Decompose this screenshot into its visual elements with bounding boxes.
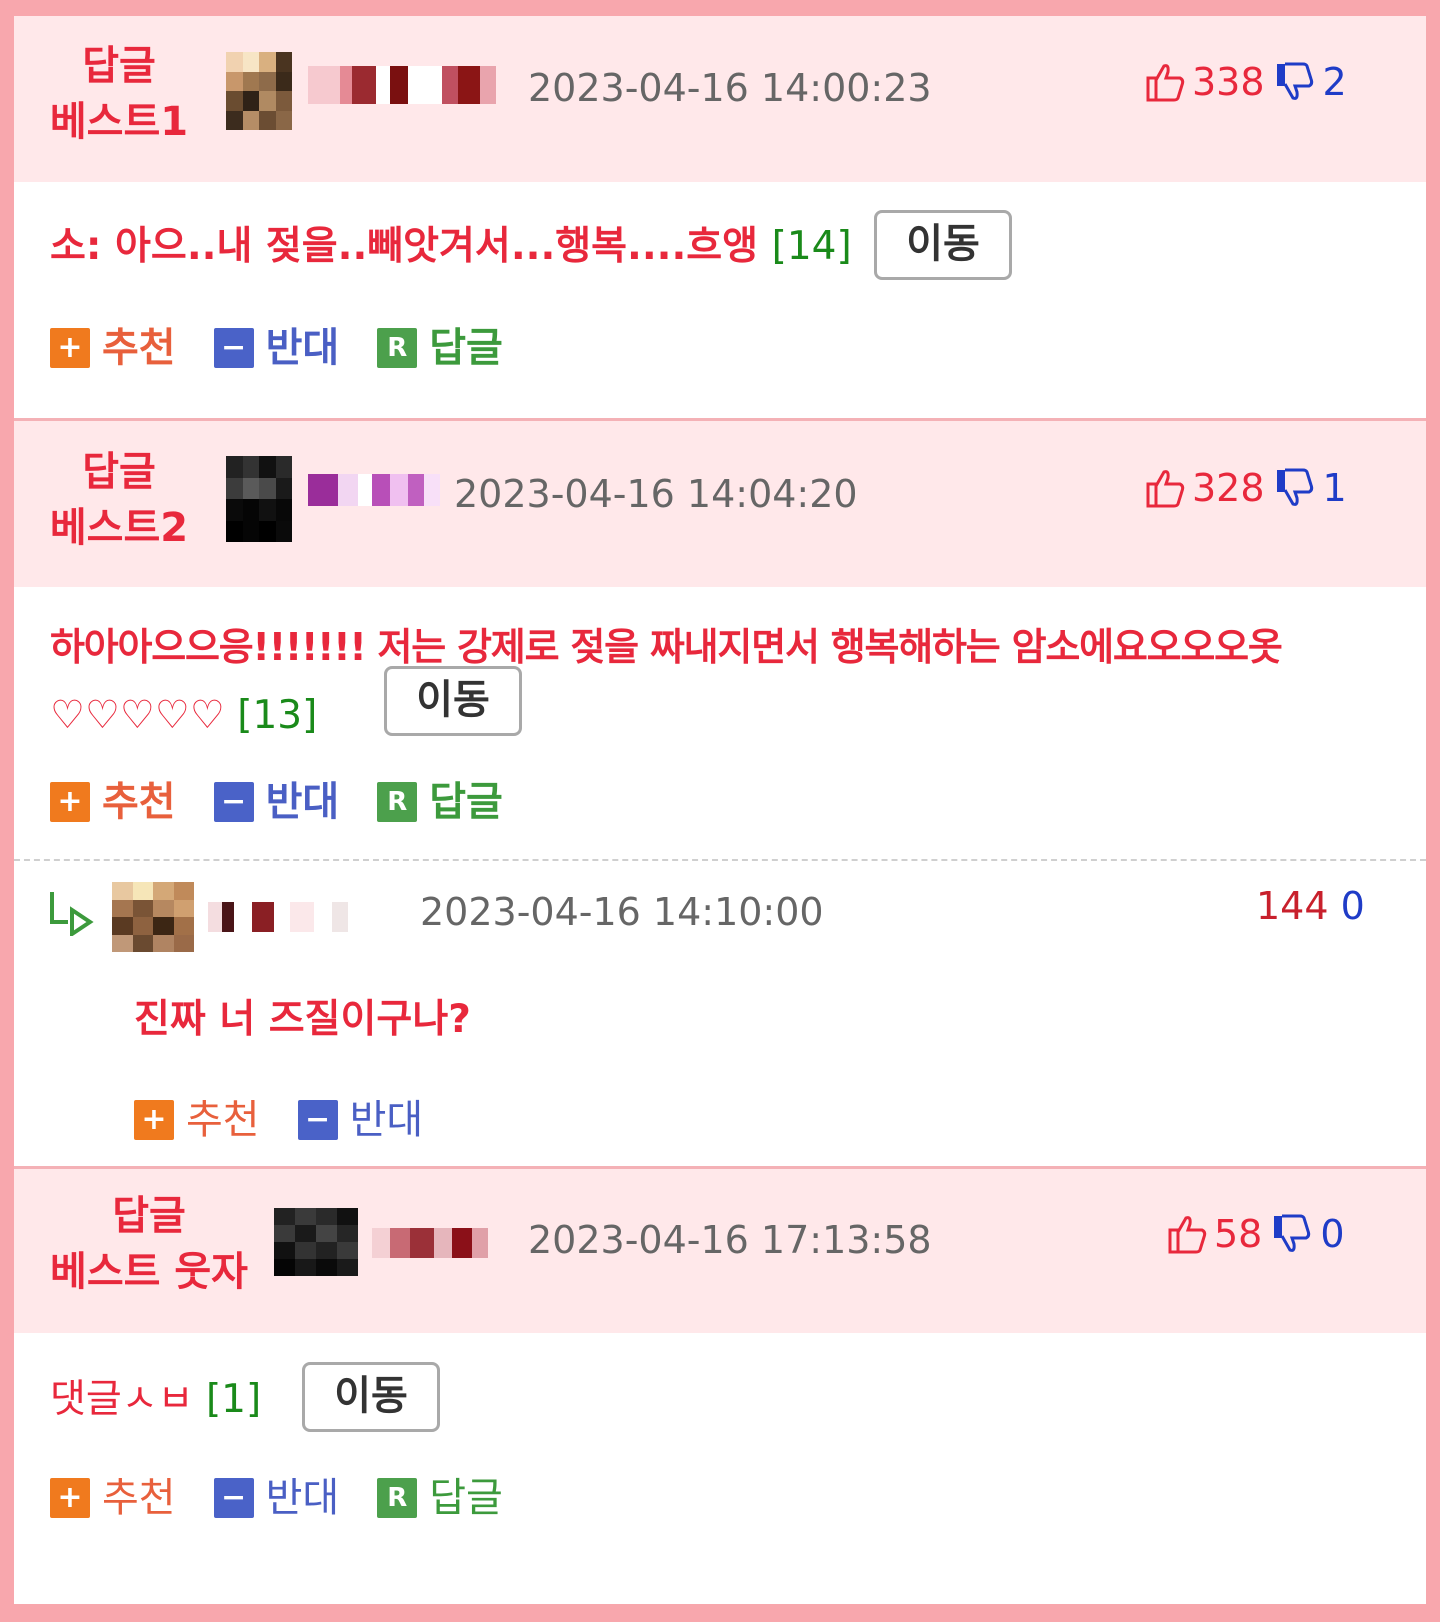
avatar[interactable] (112, 882, 194, 952)
thumbs-down-icon[interactable] (1275, 466, 1319, 510)
comment-body: 하아아으으응!!!!!!! 저는 강제로 젖을 짜내지면서 행복해하는 암소에요… (50, 625, 1283, 669)
move-button[interactable]: 이동 (384, 666, 522, 736)
reply-r-icon: R (377, 328, 418, 368)
reply-label: 답글 (429, 779, 503, 825)
best-label-bottom: 베스트2 (49, 505, 189, 551)
avatar[interactable] (226, 52, 292, 130)
comment-date: 2023-04-16 17:13:58 (528, 1218, 932, 1262)
reply-actions: + 추천 − 반대 (134, 1096, 461, 1144)
best-label-top: 답글 (82, 449, 156, 495)
upvote-count: 58 (1214, 1212, 1263, 1256)
plus-icon: + (50, 1478, 90, 1518)
move-button[interactable]: 이동 (874, 210, 1012, 280)
thumbs-down-icon[interactable] (1272, 1212, 1316, 1256)
avatar[interactable] (274, 1208, 358, 1276)
reply-count: [1] (205, 1377, 262, 1422)
reply-date: 2023-04-16 14:10:00 (420, 890, 824, 934)
avatar[interactable] (226, 456, 292, 542)
reply-label: 답글 (429, 1475, 503, 1521)
recommend-label: 추천 (102, 1475, 176, 1521)
reply-label: 답글 (429, 325, 503, 371)
minus-icon: − (297, 1100, 338, 1140)
vote-counts: 58 0 (1166, 1212, 1345, 1256)
best-badge: 답글 베스트1 (44, 38, 194, 150)
recommend-label: 추천 (186, 1097, 260, 1143)
reply-upvote-count: 144 (1256, 884, 1329, 928)
hearts-text: ♡♡♡♡♡ (50, 693, 225, 738)
recommend-button[interactable]: + 추천 (50, 778, 176, 826)
downvote-count: 2 (1322, 60, 1347, 104)
comment-actions: + 추천 − 반대 R 답글 (50, 324, 541, 372)
reply-r-icon: R (377, 1478, 418, 1518)
best-label-top: 답글 (82, 43, 156, 89)
reply-downvote-count: 0 (1340, 884, 1365, 928)
recommend-button[interactable]: + 추천 (134, 1096, 260, 1144)
thumbs-up-icon[interactable] (1166, 1212, 1210, 1256)
oppose-label: 반대 (265, 779, 340, 825)
dashed-divider (14, 859, 1426, 861)
plus-icon: + (50, 782, 90, 822)
comment-list: 답글 베스트1 2023-04-16 14:00:23 338 2 소: 아으.… (14, 16, 1426, 1604)
comment-text: 소: 아으..내 젖을..빼앗겨서...행복....흐앵 [14] (50, 219, 852, 275)
plus-icon: + (50, 328, 90, 368)
thumbs-up-icon[interactable] (1144, 60, 1188, 104)
reply-vote-counts: 144 0 (1256, 884, 1365, 928)
thumbs-up-icon[interactable] (1144, 466, 1188, 510)
upvote-count: 328 (1192, 466, 1265, 510)
recommend-label: 추천 (102, 325, 176, 371)
reply-r-icon: R (377, 782, 418, 822)
best-label-top: 답글 (112, 1193, 186, 1239)
comment-actions: + 추천 − 반대 R 답글 (50, 778, 541, 826)
best-label-bottom: 베스트1 (49, 99, 189, 145)
comment-actions: + 추천 − 반대 R 답글 (50, 1474, 541, 1522)
nickname-blurred[interactable] (208, 902, 378, 932)
nickname-blurred[interactable] (308, 474, 440, 506)
best-label-bottom: 베스트 웃자 (44, 1244, 254, 1300)
comment-text: 댓글ㅅㅂ [1] (50, 1372, 261, 1428)
oppose-button[interactable]: − 반대 (213, 778, 340, 826)
oppose-button[interactable]: − 반대 (213, 324, 340, 372)
oppose-label: 반대 (265, 325, 340, 371)
minus-icon: − (213, 328, 254, 368)
move-button[interactable]: 이동 (302, 1362, 440, 1432)
reply-body: 진짜 너 즈질이구나? (134, 997, 471, 1042)
reply-button[interactable]: R 답글 (377, 778, 503, 826)
comment-date: 2023-04-16 14:04:20 (454, 472, 858, 516)
minus-icon: − (213, 1478, 254, 1518)
comment-date: 2023-04-16 14:00:23 (528, 66, 932, 110)
nickname-blurred[interactable] (308, 66, 496, 104)
reply-button[interactable]: R 답글 (377, 1474, 503, 1522)
downvote-count: 0 (1320, 1212, 1345, 1256)
minus-icon: − (213, 782, 254, 822)
thumbs-down-icon[interactable] (1275, 60, 1319, 104)
comment-text-line2: ♡♡♡♡♡ [13] (50, 688, 317, 744)
reply-arrow-icon (48, 888, 96, 938)
reply-count: [14] (771, 224, 852, 269)
vote-counts: 328 1 (1144, 466, 1347, 510)
vote-counts: 338 2 (1144, 60, 1347, 104)
nickname-blurred[interactable] (372, 1228, 488, 1258)
upvote-count: 338 (1192, 60, 1265, 104)
oppose-button[interactable]: − 반대 (213, 1474, 340, 1522)
reply-count: [13] (237, 693, 318, 738)
oppose-button[interactable]: − 반대 (297, 1096, 424, 1144)
recommend-button[interactable]: + 추천 (50, 1474, 176, 1522)
comment-body: 댓글ㅅㅂ (50, 1377, 194, 1422)
oppose-label: 반대 (349, 1097, 424, 1143)
recommend-label: 추천 (102, 779, 176, 825)
best-label-bottom-text: 베스트 웃자 (50, 1249, 248, 1295)
best-badge: 답글 베스트 웃자 (44, 1188, 254, 1300)
best-badge: 답글 베스트2 (44, 444, 194, 556)
recommend-button[interactable]: + 추천 (50, 324, 176, 372)
reply-button[interactable]: R 답글 (377, 324, 503, 372)
oppose-label: 반대 (265, 1475, 340, 1521)
downvote-count: 1 (1322, 466, 1347, 510)
comment-body: 소: 아으..내 젖을..빼앗겨서...행복....흐앵 (50, 224, 759, 269)
plus-icon: + (134, 1100, 174, 1140)
